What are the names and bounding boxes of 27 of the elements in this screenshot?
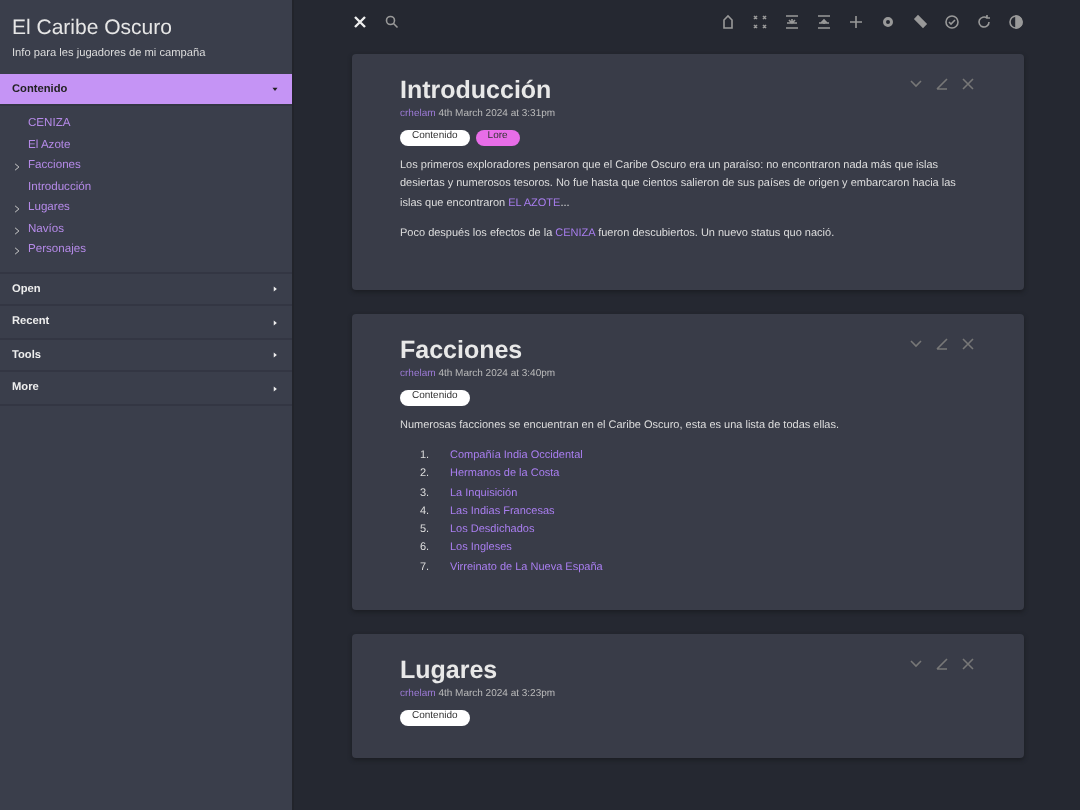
- grid-icon[interactable]: [752, 14, 768, 30]
- chevron-down-icon[interactable]: [908, 336, 924, 352]
- tiddler-title: Facciones: [400, 336, 523, 366]
- pencil-icon[interactable]: [934, 656, 950, 673]
- refresh-icon[interactable]: [976, 14, 992, 30]
- caret-right-icon: [270, 284, 280, 295]
- chevron-right-icon: [12, 162, 22, 173]
- chevron-down-icon[interactable]: [908, 76, 924, 92]
- expand-all-icon[interactable]: [816, 14, 832, 30]
- caret-right-icon: [270, 383, 280, 394]
- caret-right-icon: [270, 350, 280, 361]
- check-circle-icon[interactable]: [944, 14, 960, 30]
- contrast-icon[interactable]: [1008, 14, 1024, 30]
- plus-icon[interactable]: [848, 14, 864, 30]
- pencil-icon[interactable]: [934, 76, 950, 92]
- tag-icon[interactable]: [912, 14, 928, 30]
- gear-icon[interactable]: [880, 14, 896, 30]
- collapse-all-icon[interactable]: [784, 14, 800, 30]
- search-icon[interactable]: [384, 14, 400, 30]
- tiddler-title: Introducción: [400, 76, 552, 106]
- caret-right-icon: [270, 317, 280, 328]
- caret-down-icon: [270, 84, 280, 95]
- home-icon[interactable]: [720, 14, 736, 30]
- chevron-down-icon[interactable]: [908, 656, 924, 673]
- tiddler-title: Lugares: [400, 656, 498, 687]
- pencil-icon[interactable]: [934, 336, 950, 352]
- site-title: El Caribe Oscuro: [10, 14, 174, 42]
